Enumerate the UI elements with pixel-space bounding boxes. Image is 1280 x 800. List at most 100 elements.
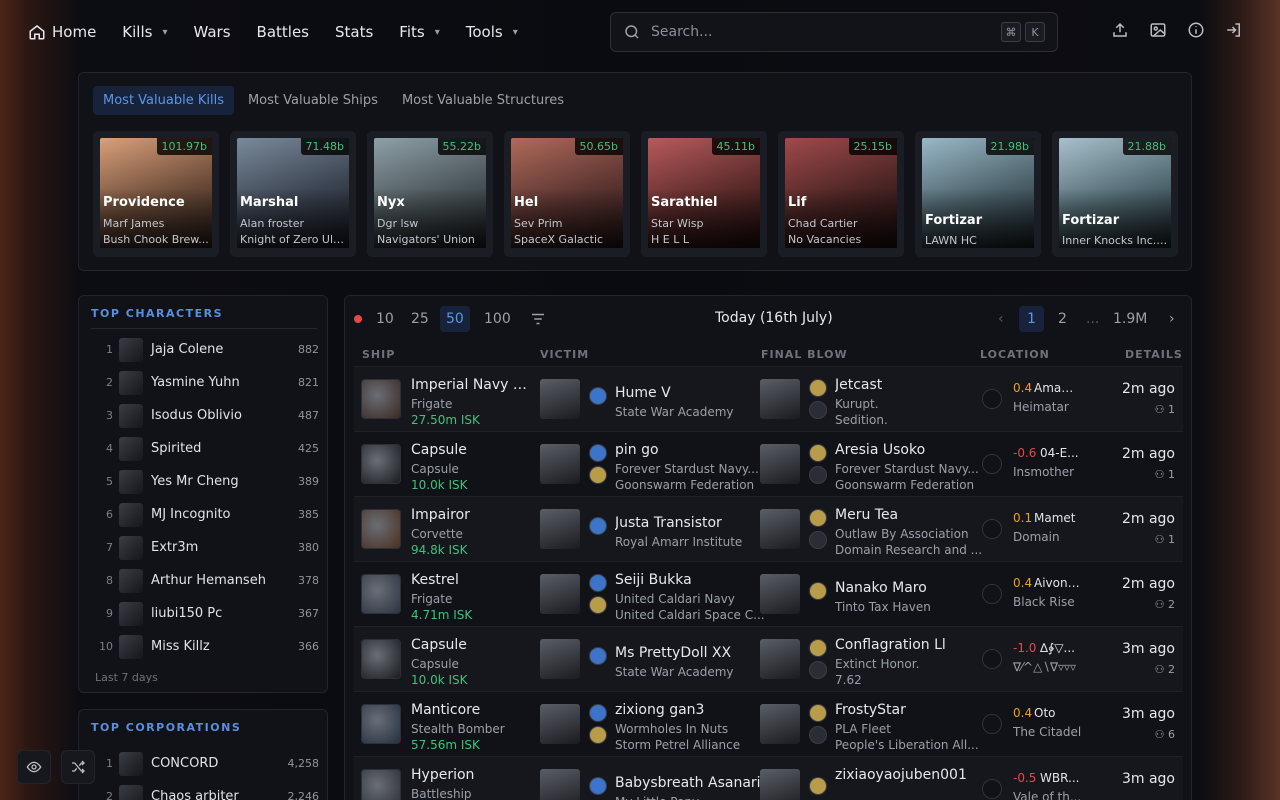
upload-icon[interactable] xyxy=(1110,20,1130,40)
top-character-row[interactable]: 6 MJ Incognito 385 xyxy=(91,498,319,531)
mvk-card[interactable]: 55.22b Nyx Dgr lsw Navigators' Union xyxy=(367,131,493,257)
nav-stats[interactable]: Stats xyxy=(335,23,373,41)
victim-corp[interactable]: Wormholes In Nuts xyxy=(615,722,769,736)
table-row[interactable]: Capsule Capsule 10.0k ISK pin go Forever Sta… xyxy=(354,431,1183,496)
final-blow-name[interactable]: Conflagration Ll xyxy=(835,637,981,653)
prev-page-button[interactable]: ‹ xyxy=(990,306,1012,332)
region-name[interactable]: Domain xyxy=(1013,530,1093,544)
table-row[interactable]: Capsule Capsule 10.0k ISK Ms PrettyDoll XX S… xyxy=(354,626,1183,691)
victim-name[interactable]: Seiji Bukka xyxy=(615,572,761,588)
table-row[interactable]: Manticore Stealth Bomber 57.56m ISK zixiong… xyxy=(354,691,1183,756)
final-blow-name[interactable]: zixiaoyaojuben001 xyxy=(835,767,981,783)
image-icon[interactable] xyxy=(1148,20,1168,40)
nav-kills[interactable]: Kills ▾ xyxy=(122,23,167,41)
top-character-row[interactable]: 3 Isodus Oblivio 487 xyxy=(91,399,319,432)
nav-fits[interactable]: Fits ▾ xyxy=(399,23,439,41)
system-name[interactable]: ∆∳▽... xyxy=(1040,641,1088,655)
region-name[interactable]: Black Rise xyxy=(1013,595,1093,609)
nav-tools[interactable]: Tools ▾ xyxy=(466,23,518,41)
mvk-card[interactable]: 45.11b Sarathiel Star Wisp H E L L xyxy=(641,131,767,257)
final-blow-name[interactable]: Nanako Maro xyxy=(835,580,981,596)
page-size-100[interactable]: 100 xyxy=(478,306,517,332)
mvk-card[interactable]: 21.98b Fortizar LAWN HC xyxy=(915,131,1041,257)
top-character-row[interactable]: 2 Yasmine Yuhn 821 xyxy=(91,366,319,399)
next-page-button[interactable]: › xyxy=(1161,306,1183,332)
info-icon[interactable] xyxy=(1186,20,1206,40)
top-character-row[interactable]: 1 Jaja Colene 882 xyxy=(91,333,319,366)
top-corporation-row[interactable]: 1 CONCORD 4,258 xyxy=(91,747,319,780)
mvk-card[interactable]: 71.48b Marshal Alan froster Knight of Zero … xyxy=(230,131,356,257)
system-name[interactable]: Mamet xyxy=(1034,511,1082,525)
page-1[interactable]: 1 xyxy=(1019,306,1044,332)
victim-alliance[interactable]: Storm Petrel Alliance xyxy=(615,738,769,752)
final-blow-name[interactable]: FrostyStar xyxy=(835,702,981,718)
final-blow-corp[interactable]: Kurupt. xyxy=(835,397,989,411)
system-name[interactable]: WBR... xyxy=(1040,771,1088,785)
victim-corp[interactable]: Forever Stardust Navy... xyxy=(615,462,769,476)
final-blow-corp[interactable]: Forever Stardust Navy... xyxy=(835,462,989,476)
region-name[interactable]: ∇⁄^△∖∇▿▿▿ xyxy=(1013,660,1093,674)
search-input[interactable] xyxy=(651,24,1001,40)
filter-icon[interactable] xyxy=(529,310,547,328)
mvk-card[interactable]: 25.15b Lif Chad Cartier No Vacancies xyxy=(778,131,904,257)
page-last[interactable]: 1.9M xyxy=(1105,306,1155,332)
tab-most-valuable-structures[interactable]: Most Valuable Structures xyxy=(392,86,574,115)
nav-wars[interactable]: Wars xyxy=(193,23,230,41)
top-character-row[interactable]: 10 Miss Killz 366 xyxy=(91,630,319,663)
tab-most-valuable-ships[interactable]: Most Valuable Ships xyxy=(238,86,388,115)
final-blow-alliance[interactable]: Domain Research and ... xyxy=(835,543,989,557)
victim-name[interactable]: Justa Transistor xyxy=(615,515,761,531)
mvk-card[interactable]: 50.65b Hel Sev Prim SpaceX Galactic xyxy=(504,131,630,257)
page-2[interactable]: 2 xyxy=(1050,306,1075,332)
final-blow-corp[interactable]: Extinct Honor. xyxy=(835,657,989,671)
tab-most-valuable-kills[interactable]: Most Valuable Kills xyxy=(93,86,234,115)
final-blow-name[interactable]: Meru Tea xyxy=(835,507,981,523)
final-blow-corp[interactable]: Outlaw By Association xyxy=(835,527,989,541)
mvk-card[interactable]: 21.88b Fortizar Inner Knocks Inc. ... xyxy=(1052,131,1178,257)
table-row[interactable]: Hyperion Battleship Babysbreath Asanari My … xyxy=(354,756,1183,800)
victim-name[interactable]: zixiong gan3 xyxy=(615,702,761,718)
top-corporation-row[interactable]: 2 Chaos arbiter 2,246 xyxy=(91,780,319,800)
final-blow-alliance[interactable]: Sedition. xyxy=(835,413,989,427)
region-name[interactable]: Insmother xyxy=(1013,465,1093,479)
page-size-50[interactable]: 50 xyxy=(440,306,470,332)
victim-corp[interactable]: Royal Amarr Institute xyxy=(615,535,769,549)
victim-corp[interactable]: State War Academy xyxy=(615,665,769,679)
final-blow-alliance[interactable]: Goonswarm Federation xyxy=(835,478,989,492)
region-name[interactable]: The Citadel xyxy=(1013,725,1093,739)
victim-alliance[interactable]: Goonswarm Federation xyxy=(615,478,769,492)
mvk-card[interactable]: 101.97b Providence Marf James Bush Chook Br… xyxy=(93,131,219,257)
table-row[interactable]: Impairor Corvette 94.8k ISK Justa Transisto… xyxy=(354,496,1183,561)
system-name[interactable]: 04-E... xyxy=(1040,446,1088,460)
top-character-row[interactable]: 8 Arthur Hemanseh 378 xyxy=(91,564,319,597)
final-blow-corp[interactable]: Tinto Tax Haven xyxy=(835,600,989,614)
page-size-25[interactable]: 25 xyxy=(405,306,435,332)
victim-name[interactable]: Ms PrettyDoll XX xyxy=(615,645,761,661)
system-name[interactable]: Amam... xyxy=(1034,381,1082,395)
system-name[interactable]: Aivonen xyxy=(1034,576,1082,590)
login-icon[interactable] xyxy=(1224,20,1244,40)
final-blow-name[interactable]: Aresia Usoko xyxy=(835,442,981,458)
victim-name[interactable]: Hume V xyxy=(615,385,761,401)
region-name[interactable]: Vale of th... xyxy=(1013,790,1093,800)
final-blow-corp[interactable]: PLA Fleet xyxy=(835,722,989,736)
eye-icon[interactable] xyxy=(17,750,51,784)
victim-corp[interactable]: United Caldari Navy xyxy=(615,592,769,606)
top-character-row[interactable]: 9 liubi150 Pc 367 xyxy=(91,597,319,630)
nav-battles[interactable]: Battles xyxy=(257,23,309,41)
final-blow-alliance[interactable]: 7.62 xyxy=(835,673,989,687)
victim-name[interactable]: pin go xyxy=(615,442,761,458)
victim-corp[interactable]: My Little Pony. xyxy=(615,795,769,800)
top-character-row[interactable]: 4 Spirited 425 xyxy=(91,432,319,465)
top-character-row[interactable]: 5 Yes Mr Cheng 389 xyxy=(91,465,319,498)
victim-name[interactable]: Babysbreath Asanari xyxy=(615,775,761,791)
table-row[interactable]: Imperial Navy Sl... Frigate 27.50m ISK Hume… xyxy=(354,366,1183,431)
top-character-row[interactable]: 7 Extr3m 380 xyxy=(91,531,319,564)
shuffle-icon[interactable] xyxy=(61,750,95,784)
region-name[interactable]: Heimatar xyxy=(1013,400,1093,414)
nav-home[interactable]: Home xyxy=(28,23,96,41)
page-size-10[interactable]: 10 xyxy=(370,306,400,332)
system-name[interactable]: Oto xyxy=(1034,706,1082,720)
final-blow-name[interactable]: Jetcast xyxy=(835,377,981,393)
final-blow-alliance[interactable]: People's Liberation All... xyxy=(835,738,989,752)
